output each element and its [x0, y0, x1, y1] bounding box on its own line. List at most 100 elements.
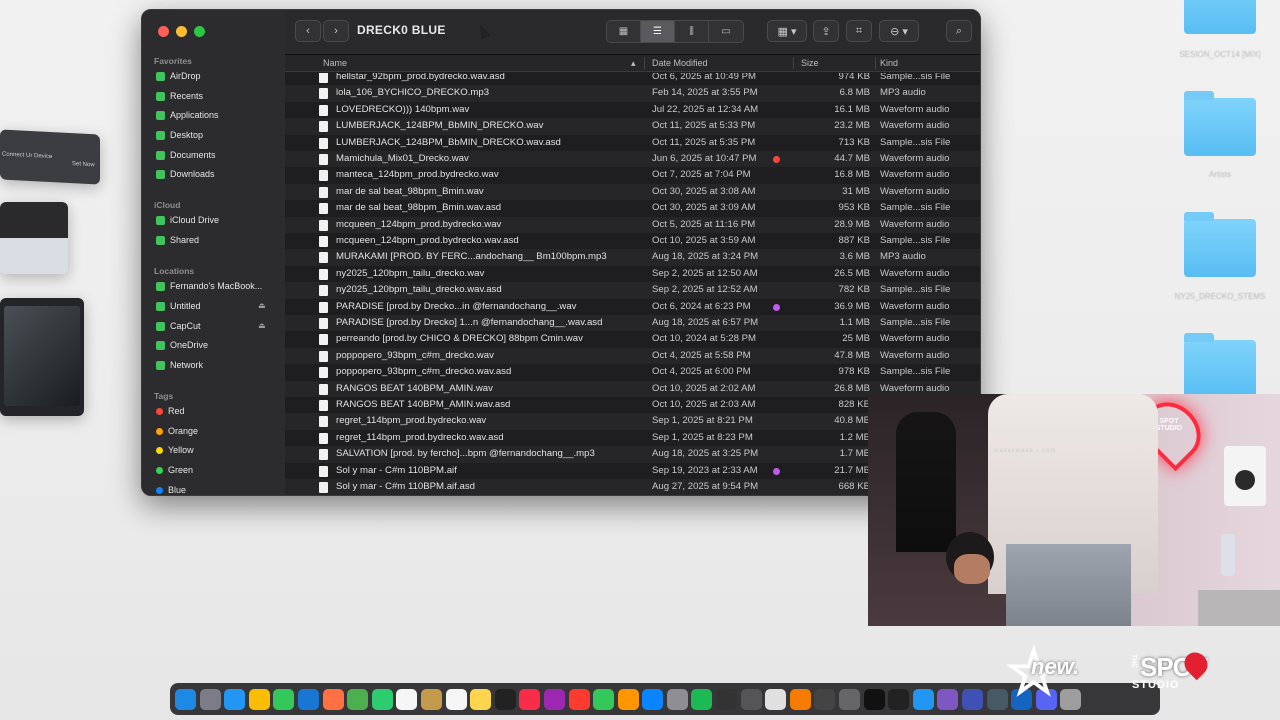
safari-icon[interactable] [224, 688, 246, 710]
tv-icon[interactable] [494, 688, 516, 710]
podcasts-icon[interactable] [543, 688, 565, 710]
news-icon[interactable] [568, 688, 590, 710]
calendar-icon[interactable] [396, 688, 418, 710]
file-row[interactable]: PARADISE [prod.by Drecko...in @fernandoc… [285, 299, 980, 315]
file-row[interactable]: hellstar_92bpm_prod.bydrecko.wav.asd Oct … [285, 73, 980, 85]
messages-icon[interactable] [273, 688, 295, 710]
fl-studio-icon[interactable] [789, 688, 811, 710]
gallery-icon: ▭ [721, 26, 731, 37]
waveform-icon[interactable] [716, 688, 738, 710]
desktop-folder[interactable] [1184, 91, 1256, 156]
photos-icon[interactable] [322, 688, 344, 710]
music-icon[interactable] [519, 688, 541, 710]
file-size: 782 KB [838, 284, 870, 296]
launchpad-icon[interactable] [199, 688, 221, 710]
close-window-button[interactable] [158, 26, 169, 37]
back-button[interactable]: ‹ [295, 20, 321, 42]
sidebar-item-icloud-drive[interactable]: iCloud Drive [156, 213, 219, 227]
tag-button[interactable]: ⌗ [846, 20, 872, 42]
minimize-window-button[interactable] [176, 26, 187, 37]
zoom-window-button[interactable] [194, 26, 205, 37]
sidebar-tag-blue[interactable]: Blue [156, 483, 186, 495]
file-row[interactable]: MURAKAMI [PROD. BY FERC...andochang__ Bm… [285, 249, 980, 266]
utility-icon[interactable] [740, 688, 762, 710]
file-row[interactable]: poppopero_93bpm_c#m_drecko.wav Oct 4, 202… [285, 347, 980, 365]
file-row[interactable]: ny2025_120bpm_tailu_drecko.wav Sep 2, 202… [285, 266, 980, 282]
file-kind: Waveform audio [880, 120, 950, 132]
column-header-date[interactable]: Date Modified [652, 58, 708, 68]
gallery-view-button[interactable]: ▭ [709, 21, 743, 42]
column-view-button[interactable]: ⫼ [675, 21, 709, 42]
file-row[interactable]: mar de sal beat_98bpm_Bmin.wav.asd Oct 30… [285, 200, 980, 216]
file-row[interactable]: Mamichula_Mix01_Drecko.wav Jun 6, 2025 at… [285, 151, 980, 168]
help-icon[interactable] [814, 688, 836, 710]
column-header-kind[interactable]: Kind [880, 58, 898, 68]
sidebar-item-label: iCloud Drive [170, 215, 220, 225]
file-name: PARADISE [prod.by Drecko...in @fernandoc… [336, 300, 577, 312]
capcut-icon[interactable] [863, 688, 885, 710]
notes-icon[interactable] [470, 688, 492, 710]
file-row[interactable]: perreando [prod.by CHICO & DRECKO] 88bpm… [285, 331, 980, 347]
desktop-folder[interactable] [1184, 333, 1256, 398]
pages-icon[interactable] [617, 688, 639, 710]
list-view-button[interactable]: ☰ [641, 21, 675, 42]
c-app-icon[interactable] [888, 688, 910, 710]
search-button[interactable]: ⌕ [946, 20, 972, 42]
eject-icon[interactable]: ⏏ [258, 301, 266, 310]
desktop-folder[interactable] [1184, 212, 1256, 277]
forward-button[interactable]: › [323, 20, 349, 42]
sidebar-item-downloads[interactable]: Downloads [156, 167, 215, 181]
sidebar-tag-orange[interactable]: Orange [156, 424, 198, 438]
sidebar-tag-red[interactable]: Red [156, 404, 185, 418]
app-store-icon[interactable] [642, 688, 664, 710]
sidebar-item-applications[interactable]: Applications [156, 108, 219, 122]
column-header-size[interactable]: Size [801, 58, 819, 68]
sidebar-tag-green[interactable]: Green [156, 463, 193, 477]
more-actions-button[interactable]: ⊖ ▾ [879, 20, 919, 42]
file-row[interactable]: poppopero_93bpm_c#m_drecko.wav.asd Oct 4,… [285, 364, 980, 380]
finder-icon[interactable] [175, 688, 196, 710]
sidebar-item-documents[interactable]: Documents [156, 148, 216, 162]
file-row[interactable]: LOVEDRECKO))) 140bpm.wav Jul 22, 2025 at … [285, 102, 980, 118]
sidebar-item-shared[interactable]: Shared [156, 233, 199, 247]
mail-icon[interactable] [297, 688, 319, 710]
file-row[interactable]: lola_106_BYCHICO_DRECKO.mp3 Feb 14, 2025 … [285, 85, 980, 102]
facetime-icon[interactable] [371, 688, 393, 710]
chrome-icon[interactable] [248, 688, 270, 710]
plugin-icon[interactable] [839, 688, 861, 710]
desktop-folder[interactable] [1184, 0, 1256, 34]
column-header-name[interactable]: Name [323, 58, 347, 68]
file-icon [319, 416, 328, 428]
share-button[interactable]: ⇪ [813, 20, 839, 42]
sidebar-item-untitled[interactable]: Untitled [156, 299, 201, 313]
reminders-icon[interactable] [445, 688, 467, 710]
notes-folder-icon[interactable] [420, 688, 442, 710]
file-row[interactable]: LUMBERJACK_124BPM_BbMIN_DRECKO.wav.asd Oc… [285, 135, 980, 151]
file-row[interactable]: mcqueen_124bpm_prod.bydrecko.wav Oct 5, 2… [285, 216, 980, 233]
settings-icon[interactable] [666, 688, 688, 710]
file-row[interactable]: mcqueen_124bpm_prod.bydrecko.wav.asd Oct … [285, 233, 980, 249]
sidebar-item-network[interactable]: Network [156, 358, 203, 372]
live-icon[interactable] [765, 688, 787, 710]
sidebar-item-macbook[interactable]: Fernando's MacBook... [156, 279, 262, 293]
sidebar-item-capcut[interactable]: CapCut [156, 319, 201, 333]
file-row[interactable]: PARADISE [prod.by Drecko] 1...n @fernand… [285, 315, 980, 332]
group-by-button[interactable]: ▦ ▾ [767, 20, 807, 42]
numbers-icon[interactable] [593, 688, 615, 710]
sidebar-item-recents[interactable]: Recents [156, 89, 203, 103]
sidebar-item-airdrop[interactable]: AirDrop [156, 69, 201, 83]
file-row[interactable]: mar de sal beat_98bpm_Bmin.wav Oct 30, 20… [285, 183, 980, 201]
maps-icon[interactable] [347, 688, 369, 710]
loop-icon[interactable] [912, 688, 934, 710]
icon-view-button[interactable]: ▦ [607, 21, 641, 42]
file-row[interactable]: manteca_124bpm_prod.bydrecko.wav Oct 7, 2… [285, 167, 980, 183]
spotify-icon[interactable] [691, 688, 713, 710]
world-icon[interactable] [962, 688, 983, 710]
eject-icon[interactable]: ⏏ [258, 321, 266, 330]
sidebar-tag-yellow[interactable]: Yellow [156, 443, 194, 457]
sidebar-item-desktop[interactable]: Desktop [156, 128, 203, 142]
arc-icon[interactable] [937, 688, 959, 710]
sidebar-item-onedrive[interactable]: OneDrive [156, 338, 208, 352]
file-row[interactable]: ny2025_120bpm_tailu_drecko.wav.asd Sep 2,… [285, 282, 980, 299]
file-row[interactable]: LUMBERJACK_124BPM_BbMIN_DRECKO.wav Oct 11… [285, 118, 980, 135]
